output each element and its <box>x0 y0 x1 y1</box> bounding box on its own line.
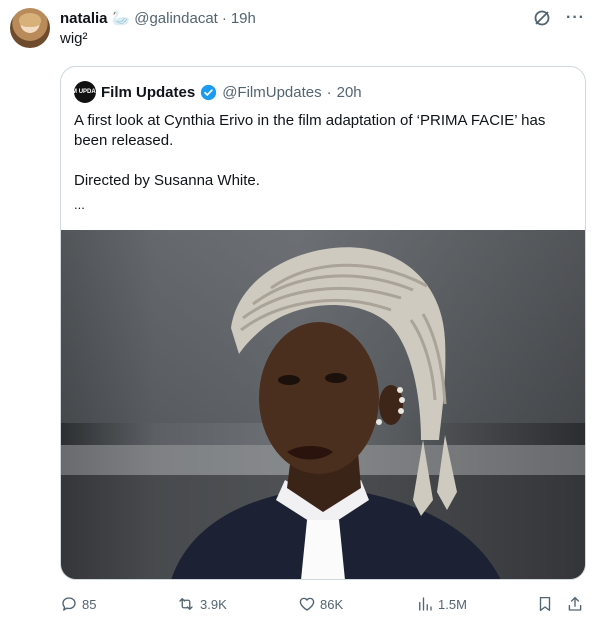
views-button[interactable]: 1.5M <box>416 594 467 614</box>
views-icon <box>419 597 432 611</box>
quoted-text: A first look at Cynthia Erivo in the fil… <box>74 111 574 215</box>
quoted-author-handle[interactable]: @FilmUpdates <box>222 84 321 101</box>
share-icon <box>568 596 582 611</box>
quoted-tweet[interactable]: FILM UPDATES Film Updates @FilmUpdates ·… <box>60 66 586 580</box>
swan-emoji: 🦢 <box>111 10 131 27</box>
share-button[interactable] <box>566 594 584 614</box>
like-count: 86K <box>320 596 344 612</box>
quoted-text-line1: A first look at Cynthia Erivo in the fil… <box>74 112 546 149</box>
repost-icon <box>179 598 193 610</box>
quoted-avatar[interactable]: FILM UPDATES <box>63 81 107 103</box>
like-button[interactable]: 86K <box>298 594 343 614</box>
reply-count: 85 <box>82 596 97 612</box>
portrait-illustration <box>171 247 501 579</box>
separator-dot: · <box>326 83 332 101</box>
quoted-text-line2: Directed by Susanna White. <box>74 172 260 189</box>
separator-dot: · <box>221 9 227 27</box>
tweet-top-actions: ··· <box>532 8 585 28</box>
timestamp[interactable]: 19h <box>231 10 256 27</box>
reply-button[interactable]: 85 <box>60 594 96 614</box>
more-icon[interactable]: ··· <box>566 10 585 26</box>
repost-button[interactable]: 3.9K <box>176 594 227 614</box>
verified-badge-icon <box>200 84 217 101</box>
media-photo[interactable] <box>61 230 585 579</box>
reply-icon <box>62 597 76 611</box>
bookmark-icon <box>539 596 551 612</box>
quoted-text-ellipsis: ... <box>74 197 85 212</box>
avatar[interactable] <box>10 8 50 48</box>
action-bar: 85 3.9K 86K 1.5M <box>60 594 586 614</box>
quoted-header: FILM UPDATES Film Updates @FilmUpdates ·… <box>63 81 362 103</box>
author-name[interactable]: natalia <box>60 10 108 27</box>
like-icon <box>299 597 315 611</box>
tweet-text: wig² <box>60 30 88 47</box>
author-handle[interactable]: @galindacat <box>134 10 218 27</box>
quoted-timestamp[interactable]: 20h <box>337 84 362 101</box>
grok-icon[interactable] <box>532 8 552 28</box>
quoted-author-name[interactable]: Film Updates <box>101 84 195 101</box>
bookmark-button[interactable] <box>536 594 554 614</box>
repost-count: 3.9K <box>200 596 227 612</box>
views-count: 1.5M <box>438 596 467 612</box>
tweet-header: natalia 🦢 @galindacat · 19h <box>60 8 256 28</box>
